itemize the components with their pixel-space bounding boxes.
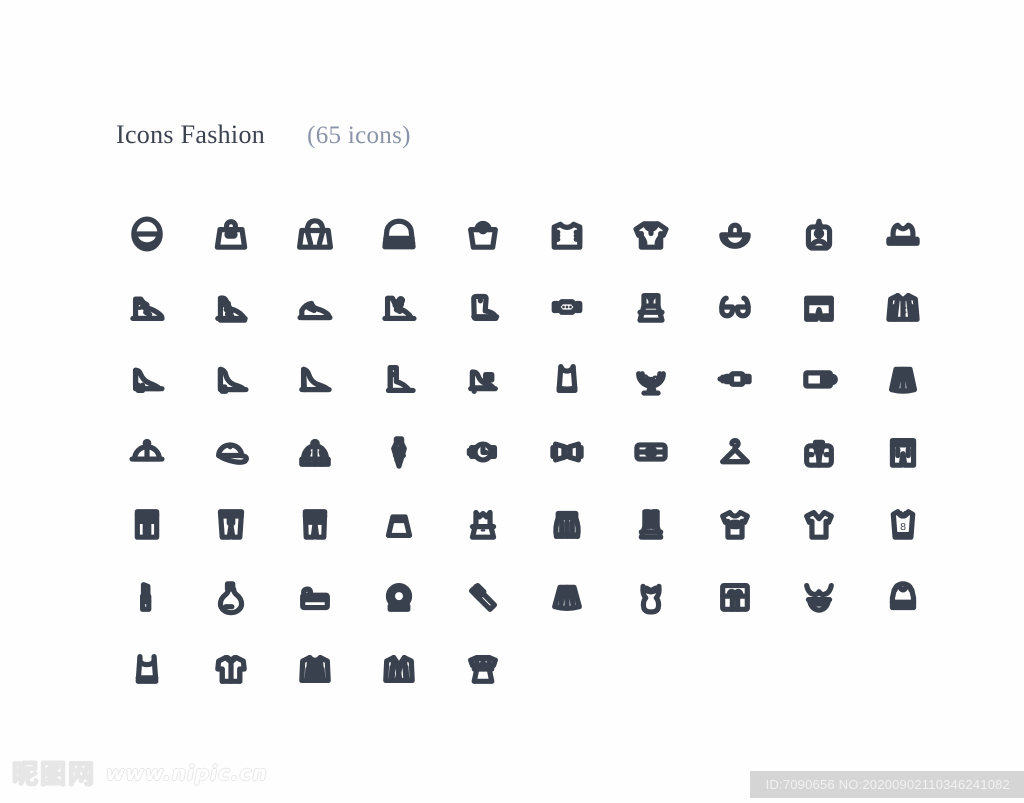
handbag-icon[interactable] (189, 198, 273, 271)
eyeglasses-icon[interactable] (693, 271, 777, 344)
pinafore-dress-icon[interactable] (609, 271, 693, 344)
flared-skirt-icon[interactable] (525, 561, 609, 634)
lipstick-icon[interactable] (105, 561, 189, 634)
pleated-skirt-icon[interactable] (525, 488, 609, 561)
icon-count-label: (65 icons) (307, 122, 411, 149)
perfume-bottle-icon[interactable] (189, 561, 273, 634)
blazer-jacket-icon[interactable] (861, 271, 945, 344)
page-title-text: Icons Fashion (116, 120, 266, 149)
ankle-boot-icon[interactable] (357, 343, 441, 416)
tote-bag-icon[interactable] (273, 198, 357, 271)
corset-icon[interactable] (609, 561, 693, 634)
tank-top-icon[interactable] (105, 633, 189, 706)
blouse-dress-icon[interactable] (441, 633, 525, 706)
belt-icon[interactable] (693, 343, 777, 416)
gift-box-heart-icon[interactable] (693, 561, 777, 634)
stiletto-icon[interactable] (189, 343, 273, 416)
wedge-shoe-icon[interactable] (273, 343, 357, 416)
bonnet-hat-icon[interactable] (693, 198, 777, 271)
hoodie-icon[interactable] (609, 198, 693, 271)
mini-skirt-icon[interactable] (357, 488, 441, 561)
bow-tie-icon[interactable] (525, 416, 609, 489)
ring-icon[interactable] (357, 561, 441, 634)
polo-shirt-icon[interactable] (189, 633, 273, 706)
coin-purse-icon[interactable] (105, 198, 189, 271)
sneaker-icon[interactable] (105, 271, 189, 344)
icon-grid: 8 (105, 198, 945, 706)
denim-shorts-icon[interactable] (189, 488, 273, 561)
jeans-icon[interactable] (273, 488, 357, 561)
rain-boot-icon[interactable] (441, 271, 525, 344)
page-title: Icons Fashion (65 icons) (116, 120, 411, 150)
bikini-icon[interactable] (777, 561, 861, 634)
backpack-small-icon[interactable] (777, 198, 861, 271)
necklace-icon[interactable] (609, 343, 693, 416)
clutch-bag-icon[interactable] (609, 416, 693, 489)
high-heel-icon[interactable] (105, 343, 189, 416)
shopping-bag-icon[interactable] (441, 198, 525, 271)
heeled-sandal-icon[interactable] (441, 343, 525, 416)
crop-top-icon[interactable] (861, 561, 945, 634)
doctor-bag-icon[interactable] (357, 198, 441, 271)
cargo-shorts-icon[interactable] (861, 416, 945, 489)
trousers-icon[interactable] (105, 488, 189, 561)
site-watermark: 昵图网 www.nipic.cn (11, 754, 268, 791)
hiking-boot-icon[interactable] (357, 271, 441, 344)
clothes-hanger-icon[interactable] (693, 416, 777, 489)
camisole-icon[interactable] (525, 343, 609, 416)
watch-icon[interactable] (441, 416, 525, 489)
running-shoe-icon[interactable] (273, 271, 357, 344)
wristwatch-dots-icon[interactable] (525, 271, 609, 344)
makeup-brush-icon[interactable] (441, 561, 525, 634)
sundress-icon[interactable] (441, 488, 525, 561)
fedora-hat-icon[interactable] (861, 198, 945, 271)
sweater-icon[interactable] (525, 198, 609, 271)
tshirt-pocket-icon[interactable] (693, 488, 777, 561)
flat-cap-icon[interactable] (105, 416, 189, 489)
baseball-cap-icon[interactable] (189, 416, 273, 489)
suit-jacket-icon[interactable] (357, 633, 441, 706)
jersey-number-icon[interactable]: 8 (861, 488, 945, 561)
icon-sheet-page: Icons Fashion (65 icons) 8 昵图网 www.nipic… (0, 0, 1024, 803)
suit-tie-icon[interactable] (273, 633, 357, 706)
backpack-icon[interactable] (777, 416, 861, 489)
svg-text:8: 8 (900, 521, 906, 533)
sport-shorts-icon[interactable] (777, 271, 861, 344)
v-neck-tshirt-icon[interactable] (777, 488, 861, 561)
wallet-icon[interactable] (777, 343, 861, 416)
a-line-skirt-icon[interactable] (861, 343, 945, 416)
beanie-icon[interactable] (273, 416, 357, 489)
necktie-icon[interactable] (357, 416, 441, 489)
site-watermark-cn: 昵图网 (11, 760, 97, 791)
overalls-icon[interactable] (609, 488, 693, 561)
image-id-watermark: ID:7090656 NO:20200902110346241082 (749, 771, 1024, 798)
high-top-shoe-icon[interactable] (189, 271, 273, 344)
site-watermark-url: www.nipic.cn (106, 760, 268, 785)
cosmetic-pouch-icon[interactable] (273, 561, 357, 634)
